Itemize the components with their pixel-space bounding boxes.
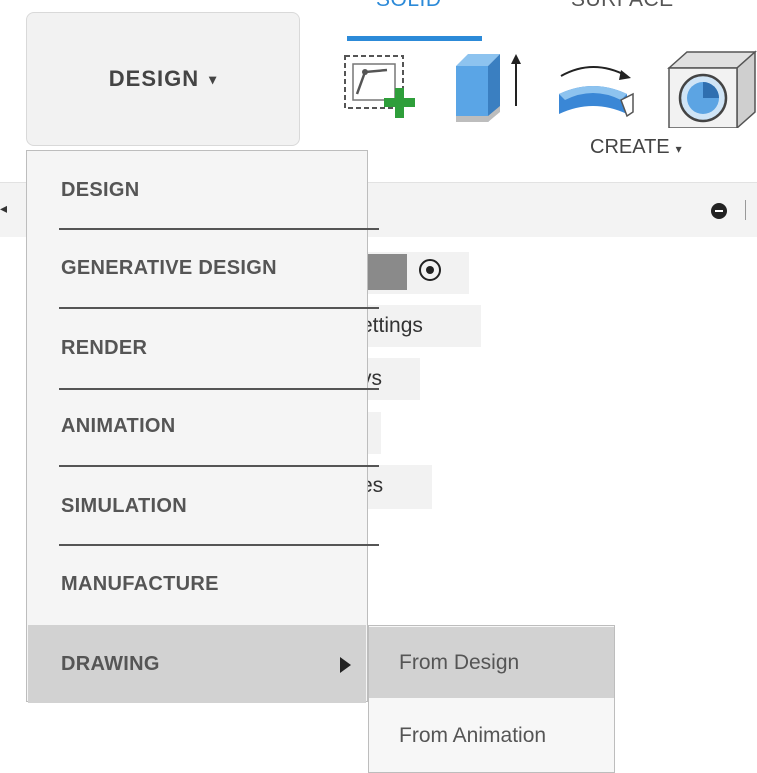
submenu-item-from-animation[interactable]: From Animation	[369, 700, 614, 771]
submenu-item-from-design[interactable]: From Design	[369, 627, 614, 698]
tree-item[interactable]: ettings	[355, 305, 481, 347]
menu-item-render[interactable]: RENDER	[28, 309, 366, 387]
workspace-menu: DESIGN GENERATIVE DESIGN RENDER ANIMATIO…	[26, 150, 379, 703]
tab-surface[interactable]: SURFACE	[571, 0, 674, 12]
active-tab-indicator	[347, 36, 482, 41]
caret-down-icon: ▾	[209, 70, 218, 87]
menu-item-drawing[interactable]: DRAWING	[28, 625, 366, 703]
workspace-switcher-button[interactable]: DESIGN ▾	[26, 12, 300, 146]
create-label: CREATE	[590, 136, 670, 158]
menu-item-design[interactable]: DESIGN	[28, 151, 366, 229]
menu-item-label: SIMULATION	[61, 495, 187, 517]
hole-icon[interactable]	[665, 46, 757, 128]
minus-circle-icon[interactable]	[711, 203, 727, 219]
menu-item-label: RENDER	[61, 337, 148, 359]
create-menu-button[interactable]: CREATE ▾	[590, 136, 682, 159]
menu-item-label: MANUFACTURE	[61, 573, 219, 595]
menu-item-manufacture[interactable]: MANUFACTURE	[28, 545, 366, 623]
menu-item-label: GENERATIVE DESIGN	[61, 257, 277, 279]
submenu-arrow-icon	[340, 657, 351, 673]
divider	[745, 200, 746, 220]
tree-item-label: ettings	[361, 314, 423, 337]
submenu-item-label: From Design	[399, 651, 520, 674]
menu-item-label: DESIGN	[61, 179, 140, 201]
create-sketch-icon[interactable]	[341, 50, 425, 122]
menu-item-label: ANIMATION	[61, 415, 176, 437]
menu-item-label: DRAWING	[61, 653, 160, 675]
menu-item-simulation[interactable]: SIMULATION	[28, 467, 366, 545]
revolve-icon[interactable]	[555, 54, 637, 126]
caret-down-icon: ▾	[675, 142, 682, 156]
workspace-button-label: DESIGN	[108, 66, 200, 91]
visibility-radio-icon[interactable]	[419, 259, 441, 281]
menu-item-generative-design[interactable]: GENERATIVE DESIGN	[28, 229, 366, 307]
tab-solid[interactable]: SOLID	[376, 0, 442, 12]
extrude-icon[interactable]	[450, 50, 530, 126]
collapse-arrow-icon[interactable]: ◂	[0, 200, 7, 217]
submenu-item-label: From Animation	[399, 724, 547, 747]
drawing-submenu: From Design From Animation	[368, 625, 615, 773]
toolbar: DESIGN ▾ SOLID SURFACE	[0, 0, 757, 172]
menu-item-animation[interactable]: ANIMATION	[28, 387, 366, 465]
